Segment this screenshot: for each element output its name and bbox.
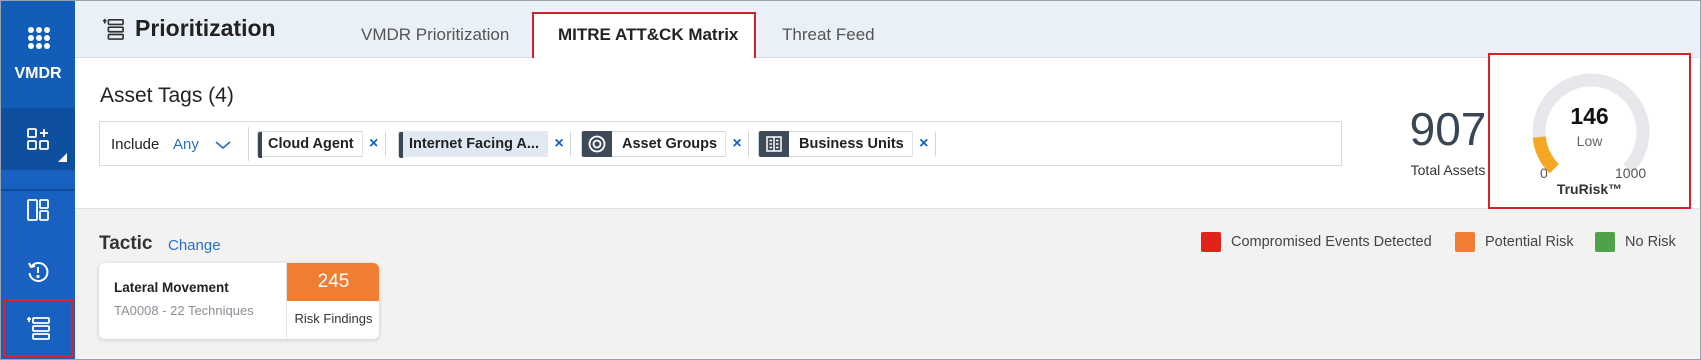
asset-tags-title: Asset Tags (4) (100, 84, 234, 107)
tag-chip-label: Business Units (799, 136, 904, 152)
trurisk-score: 146 (1570, 103, 1609, 129)
sidebar-item-prioritization[interactable] (1, 297, 75, 359)
submenu-corner-icon (58, 153, 67, 162)
legend-swatch (1595, 232, 1615, 252)
tag-chip-label: Cloud Agent (268, 136, 354, 152)
tag-icon (258, 132, 262, 158)
risk-findings-count: 245 (287, 263, 379, 301)
trurisk-widget[interactable]: 146 Low 0 1000 TruRisk™ (1488, 53, 1691, 209)
risk-findings-panel[interactable]: 245 Risk Findings (286, 263, 379, 339)
sidebar-item-layout[interactable] (1, 179, 75, 241)
tag-chip-asset-groups: Asset Groups × (581, 131, 750, 157)
sidebar-item-history[interactable] (1, 241, 75, 303)
trurisk-max: 1000 (1615, 165, 1647, 181)
legend-label: Compromised Events Detected (1231, 234, 1432, 250)
chevron-down-icon[interactable] (213, 134, 233, 154)
tab-threat-feed[interactable]: Threat Feed (782, 25, 875, 45)
prioritization-icon (27, 317, 50, 340)
trurisk-min: 0 (1540, 165, 1548, 181)
trurisk-level: Low (1576, 133, 1603, 149)
page-title-text: Prioritization (135, 15, 276, 41)
remove-tag-button[interactable]: × (725, 131, 749, 157)
tag-icon (399, 132, 403, 158)
legend-label: No Risk (1625, 234, 1676, 250)
app-name: VMDR (14, 65, 62, 82)
tag-chip-business-units: Business Units × (758, 131, 936, 157)
prioritization-icon (102, 18, 124, 40)
tactic-name: Lateral Movement (114, 280, 229, 295)
tactic-change-link[interactable]: Change (168, 237, 221, 254)
legend-label: Potential Risk (1485, 234, 1574, 250)
include-dropdown-value[interactable]: Any (173, 136, 199, 153)
app-grid-icon[interactable] (28, 27, 50, 49)
sidebar: VMDR (1, 1, 75, 359)
header: Prioritization VMDR Prioritization MITRE… (75, 1, 1699, 60)
remove-tag-button[interactable]: × (911, 131, 935, 157)
remove-tag-button[interactable]: × (361, 131, 385, 157)
page-title: Prioritization (101, 15, 276, 42)
legend-potential-risk: Potential Risk (1455, 232, 1574, 252)
building-icon (759, 131, 789, 157)
tab-mitre-attack-matrix[interactable]: MITRE ATT&CK Matrix (558, 25, 738, 45)
tag-chip-cloud-agent: Cloud Agent × (257, 131, 386, 158)
target-icon (582, 131, 612, 157)
dashboard-add-icon (27, 128, 49, 150)
include-label: Include (111, 136, 160, 153)
layout-icon (27, 199, 49, 221)
tactic-subtitle: TA0008 - 22 Techniques (114, 303, 254, 318)
history-icon (28, 262, 49, 282)
legend-compromised: Compromised Events Detected (1201, 232, 1432, 252)
legend-no-risk: No Risk (1595, 232, 1676, 252)
tag-separator (248, 127, 249, 161)
tag-chip-internet-facing: Internet Facing A... × (398, 131, 571, 158)
legend-swatch (1201, 232, 1221, 252)
tab-vmdr-prioritization[interactable]: VMDR Prioritization (361, 25, 509, 45)
remove-tag-button[interactable]: × (546, 131, 570, 157)
app-switcher[interactable]: VMDR (1, 1, 75, 108)
tactic-card-lateral-movement[interactable]: Lateral Movement TA0008 - 22 Techniques … (99, 263, 379, 339)
tag-chip-label: Internet Facing A... (399, 131, 547, 157)
sidebar-item-dashboard-add[interactable] (1, 108, 75, 170)
trurisk-label: TruRisk™ (1556, 181, 1623, 197)
tag-chip-label: Asset Groups (622, 136, 718, 152)
legend-swatch (1455, 232, 1475, 252)
tactic-title: Tactic (99, 233, 153, 254)
asset-tag-filter: Include Any Cloud Agent × Internet Facin… (99, 121, 1342, 166)
risk-findings-label: Risk Findings (294, 311, 373, 326)
asset-panel: Asset Tags (4) Include Any Cloud Agent ×… (75, 58, 1699, 209)
